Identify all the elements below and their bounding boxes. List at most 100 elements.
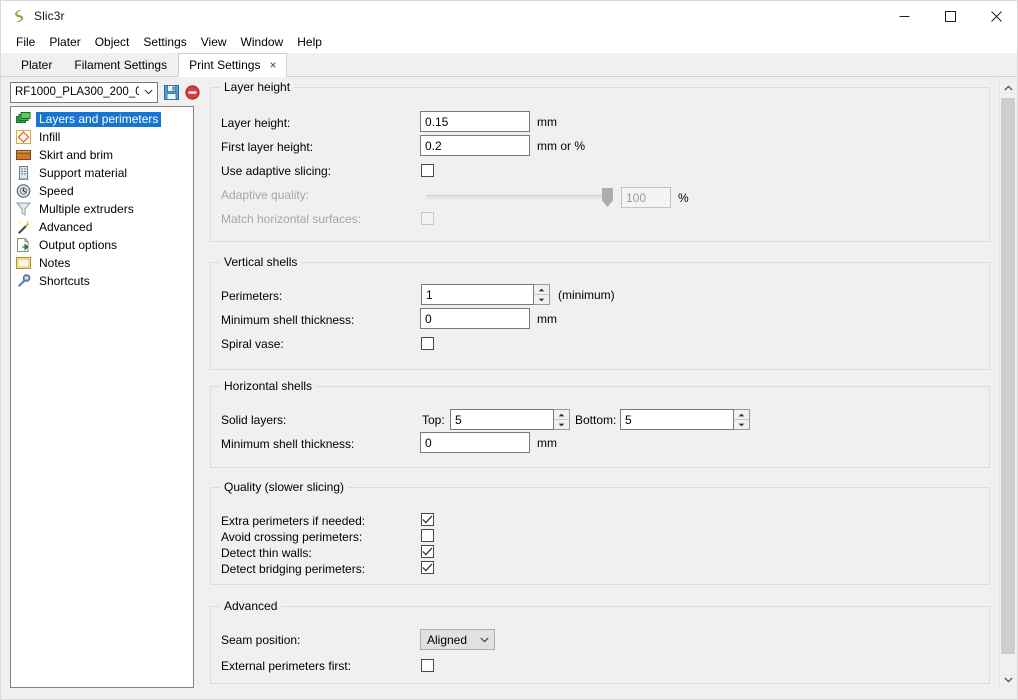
- wrench-icon: [15, 273, 31, 289]
- tab-print-settings[interactable]: Print Settings ×: [178, 53, 288, 77]
- adaptive-quality-unit: %: [678, 191, 689, 205]
- magic-wand-icon: [15, 219, 31, 235]
- solid-layers-bottom-label: Bottom:: [575, 413, 617, 427]
- menu-item-window[interactable]: Window: [234, 33, 291, 51]
- first-layer-height-input[interactable]: 0.2: [420, 135, 530, 156]
- group-title: Layer height: [220, 80, 295, 94]
- sidebar-item-label: Speed: [39, 183, 74, 198]
- row-perimeters: Perimeters:: [221, 285, 282, 307]
- sidebar-item-notes[interactable]: Notes: [11, 254, 193, 272]
- solid-layers-top-input[interactable]: 5: [450, 409, 554, 430]
- detect-bridging-perimeters-checkbox[interactable]: [421, 561, 434, 574]
- sidebar-item-advanced[interactable]: Advanced: [11, 218, 193, 236]
- check-mark-icon: [422, 515, 433, 524]
- sidebar-item-support-material[interactable]: Support material: [11, 164, 193, 182]
- match-horizontal-surfaces-checkbox[interactable]: [421, 212, 434, 225]
- first-layer-height-unit: mm or %: [537, 139, 585, 153]
- scrollbar-thumb[interactable]: [1001, 98, 1015, 654]
- match-horizontal-surfaces-label: Match horizontal surfaces:: [221, 212, 362, 226]
- use-adaptive-slicing-checkbox[interactable]: [421, 164, 434, 177]
- spinner-up-icon[interactable]: [534, 285, 549, 295]
- seam-position-select[interactable]: Aligned: [420, 629, 495, 650]
- detect-bridging-perimeters-label: Detect bridging perimeters:: [221, 562, 366, 576]
- row-use-adaptive-slicing: Use adaptive slicing:: [221, 160, 331, 182]
- vertical-minimum-shell-thickness-input[interactable]: 0: [420, 308, 530, 329]
- adaptive-quality-slider-thumb[interactable]: [602, 188, 613, 207]
- detect-thin-walls-checkbox[interactable]: [421, 545, 434, 558]
- spinner-down-icon[interactable]: [554, 420, 569, 429]
- sidebar-item-shortcuts[interactable]: Shortcuts: [11, 272, 193, 290]
- skirt-brim-icon: [15, 147, 31, 163]
- vertical-scrollbar[interactable]: [999, 79, 1017, 688]
- slic3r-window: Slic3r File Plater Object Settings View …: [0, 0, 1018, 700]
- scroll-down-arrow-icon[interactable]: [1000, 671, 1017, 688]
- spiral-vase-checkbox[interactable]: [421, 337, 434, 350]
- vertical-minimum-shell-thickness-unit: mm: [537, 312, 557, 326]
- tab-close-icon[interactable]: ×: [269, 59, 276, 71]
- adaptive-quality-label: Adaptive quality:: [221, 188, 310, 202]
- external-perimeters-first-checkbox[interactable]: [421, 659, 434, 672]
- scroll-up-arrow-icon[interactable]: [1000, 79, 1017, 96]
- support-material-icon: [15, 165, 31, 181]
- settings-category-list[interactable]: Layers and perimeters Infill Skirt and b…: [10, 106, 194, 688]
- solid-layers-bottom-input[interactable]: 5: [620, 409, 734, 430]
- adaptive-quality-slider[interactable]: [426, 188, 613, 207]
- horizontal-minimum-shell-thickness-input[interactable]: 0: [420, 432, 530, 453]
- tab-filament-settings[interactable]: Filament Settings: [63, 53, 178, 76]
- menu-item-file[interactable]: File: [9, 33, 42, 51]
- title-bar: Slic3r: [1, 1, 1017, 31]
- row-horizontal-minimum-shell-thickness: Minimum shell thickness:: [221, 433, 354, 455]
- perimeters-spinner[interactable]: [534, 284, 550, 305]
- sidebar-item-skirt-and-brim[interactable]: Skirt and brim: [11, 146, 193, 164]
- solid-layers-top-spinner[interactable]: [554, 409, 570, 430]
- sidebar-item-infill[interactable]: Infill: [11, 128, 193, 146]
- first-layer-height-label: First layer height:: [221, 140, 314, 154]
- menu-item-settings[interactable]: Settings: [136, 33, 193, 51]
- group-title: Vertical shells: [220, 255, 302, 269]
- maximize-icon[interactable]: [927, 1, 973, 31]
- check-mark-icon: [422, 547, 433, 556]
- sidebar-item-speed[interactable]: Speed: [11, 182, 193, 200]
- extra-perimeters-checkbox[interactable]: [421, 513, 434, 526]
- solid-layers-top-label: Top:: [422, 413, 445, 427]
- sidebar-item-label: Infill: [39, 129, 61, 144]
- layer-height-value: 0.15: [425, 114, 449, 129]
- row-solid-layers: Solid layers:: [221, 409, 286, 431]
- spinner-down-icon[interactable]: [534, 295, 549, 304]
- sidebar-item-layers-and-perimeters[interactable]: Layers and perimeters: [11, 110, 193, 128]
- group-title: Advanced: [220, 599, 282, 613]
- preset-select[interactable]: RF1000_PLA300_200_05_: [10, 81, 158, 103]
- sidebar-item-label: Multiple extruders: [39, 201, 134, 216]
- perimeters-input[interactable]: 1: [421, 284, 534, 305]
- group-vertical-shells: Vertical shells Perimeters: 1 (minimum) …: [210, 255, 990, 370]
- avoid-crossing-perimeters-checkbox[interactable]: [421, 529, 434, 542]
- horizontal-minimum-shell-thickness-value: 0: [425, 435, 432, 450]
- spiral-vase-label: Spiral vase:: [221, 337, 284, 351]
- delete-preset-icon[interactable]: [185, 83, 202, 101]
- sidebar-item-multiple-extruders[interactable]: Multiple extruders: [11, 200, 193, 218]
- menu-item-object[interactable]: Object: [88, 33, 137, 51]
- solid-layers-bottom-spinner[interactable]: [734, 409, 750, 430]
- window-controls: [881, 1, 1017, 31]
- horizontal-minimum-shell-thickness-unit: mm: [537, 436, 557, 450]
- horizontal-minimum-shell-thickness-label: Minimum shell thickness:: [221, 437, 355, 451]
- menu-item-help[interactable]: Help: [290, 33, 329, 51]
- minimize-icon[interactable]: [881, 1, 927, 31]
- close-icon[interactable]: [973, 1, 1017, 31]
- floppy-save-icon[interactable]: [163, 83, 180, 101]
- layer-height-input[interactable]: 0.15: [420, 111, 530, 132]
- layer-height-unit: mm: [537, 115, 557, 129]
- solid-layers-top-value: 5: [455, 412, 462, 427]
- tab-bar: Plater Filament Settings Print Settings …: [1, 53, 1017, 77]
- spinner-up-icon[interactable]: [554, 410, 569, 420]
- menu-item-plater[interactable]: Plater: [42, 33, 87, 51]
- spinner-up-icon[interactable]: [734, 410, 749, 420]
- tab-plater[interactable]: Plater: [10, 53, 63, 76]
- adaptive-quality-input[interactable]: 100: [621, 187, 671, 208]
- preset-bar: RF1000_PLA300_200_05_: [1, 78, 201, 106]
- scrollbar-track[interactable]: [1000, 96, 1016, 671]
- menu-item-view[interactable]: View: [194, 33, 234, 51]
- spinner-down-icon[interactable]: [734, 420, 749, 429]
- output-file-icon: [15, 237, 31, 253]
- sidebar-item-output-options[interactable]: Output options: [11, 236, 193, 254]
